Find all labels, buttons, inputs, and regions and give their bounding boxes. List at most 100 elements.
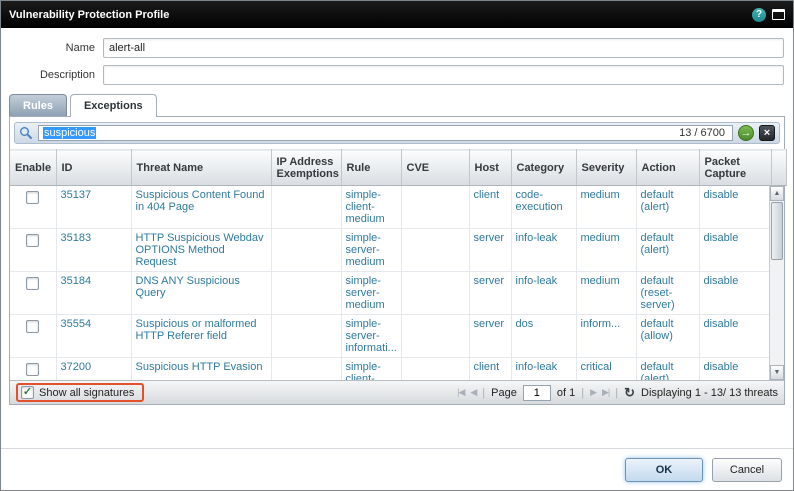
id-cell: 35554 [56, 315, 131, 358]
column-header-packet-capture[interactable]: Packet Capture [699, 150, 771, 186]
enable-checkbox[interactable] [26, 363, 39, 376]
description-input[interactable] [103, 65, 784, 85]
column-header-threat-name[interactable]: Threat Name [131, 150, 271, 186]
dialog-title: Vulnerability Protection Profile [9, 9, 169, 21]
page-count-label: of 1 [557, 387, 575, 399]
packet-capture-cell[interactable]: disable [699, 272, 771, 315]
ip-exemptions-cell [271, 358, 341, 381]
column-header-category[interactable]: Category [511, 150, 576, 186]
search-bar: suspicious 13 / 6700 → × [14, 122, 780, 144]
scrollbar-thumb[interactable] [771, 202, 783, 260]
severity-cell: medium [576, 272, 636, 315]
name-input[interactable] [103, 38, 784, 58]
rule-cell: simple-server-medium [341, 229, 401, 272]
column-header-host[interactable]: Host [469, 150, 511, 186]
enable-checkbox[interactable] [26, 277, 39, 290]
vertical-scrollbar[interactable]: ▲ ▼ [769, 186, 784, 380]
search-result-count: 13 / 6700 [679, 127, 728, 139]
action-cell[interactable]: default (alert) [636, 229, 699, 272]
refresh-icon[interactable]: ↻ [624, 386, 635, 399]
action-cell[interactable]: default (allow) [636, 315, 699, 358]
window-restore-icon[interactable] [772, 9, 785, 20]
severity-cell: medium [576, 229, 636, 272]
table-row: 35184 DNS ANY Suspicious Query simple-se… [10, 272, 771, 315]
column-header-cve[interactable]: CVE [401, 150, 469, 186]
column-header-enable[interactable]: Enable [10, 150, 56, 186]
enable-checkbox[interactable] [26, 191, 39, 204]
host-cell: client [469, 358, 511, 381]
search-input[interactable]: suspicious 13 / 6700 [38, 125, 733, 141]
name-label: Name [1, 42, 103, 54]
host-cell: server [469, 315, 511, 358]
scroll-down-button[interactable]: ▼ [770, 365, 784, 380]
threat-name-link[interactable]: HTTP Suspicious Webdav OPTIONS Method Re… [131, 229, 271, 272]
exceptions-panel: suspicious 13 / 6700 → × Enable ID Threa… [9, 116, 785, 405]
ip-exemptions-cell [271, 272, 341, 315]
table-body-viewport: 35137 Suspicious Content Found in 404 Pa… [10, 186, 784, 380]
ok-button[interactable]: OK [625, 458, 703, 482]
packet-capture-cell[interactable]: disable [699, 358, 771, 381]
cve-cell [401, 358, 469, 381]
id-cell: 37200 [56, 358, 131, 381]
show-all-signatures-checkbox[interactable]: ✓ [21, 386, 34, 399]
page-label: Page [491, 387, 517, 399]
prev-page-button[interactable]: ◀ [470, 387, 476, 398]
cancel-button[interactable]: Cancel [712, 458, 782, 482]
host-cell: server [469, 229, 511, 272]
tab-strip: Rules Exceptions [9, 94, 793, 116]
column-header-filler [771, 150, 786, 186]
column-header-id[interactable]: ID [56, 150, 131, 186]
host-cell: client [469, 186, 511, 229]
category-cell: info-leak [511, 272, 576, 315]
search-go-button[interactable]: → [738, 125, 754, 141]
threat-name-link[interactable]: Suspicious HTTP Evasion [131, 358, 271, 381]
ip-exemptions-cell [271, 315, 341, 358]
category-cell: info-leak [511, 229, 576, 272]
enable-checkbox[interactable] [26, 234, 39, 247]
category-cell: info-leak [511, 358, 576, 381]
action-cell[interactable]: default (alert) [636, 186, 699, 229]
column-header-rule[interactable]: Rule [341, 150, 401, 186]
threat-name-link[interactable]: DNS ANY Suspicious Query [131, 272, 271, 315]
first-page-button[interactable]: |◀ [457, 387, 464, 398]
tab-exceptions[interactable]: Exceptions [70, 94, 157, 117]
last-page-button[interactable]: ▶| [602, 387, 609, 398]
search-clear-button[interactable]: × [759, 125, 775, 141]
next-page-button[interactable]: ▶ [590, 387, 596, 398]
threat-name-link[interactable]: Suspicious or malformed HTTP Referer fie… [131, 315, 271, 358]
cve-cell [401, 315, 469, 358]
column-header-action[interactable]: Action [636, 150, 699, 186]
description-label: Description [1, 69, 103, 81]
dialog-button-bar: OK Cancel [1, 448, 793, 490]
table-footer-bar: ✓ Show all signatures |◀ ◀ | Page of 1 |… [10, 380, 784, 404]
ip-exemptions-cell [271, 186, 341, 229]
rule-cell: simple-server-informati... [341, 315, 401, 358]
column-header-severity[interactable]: Severity [576, 150, 636, 186]
profile-form: Name Description [1, 28, 793, 85]
severity-cell: critical [576, 358, 636, 381]
help-icon[interactable]: ? [752, 8, 766, 22]
titlebar: Vulnerability Protection Profile ? [1, 1, 793, 28]
action-cell[interactable]: default (alert) [636, 358, 699, 381]
column-header-ip-address-exemptions[interactable]: IP Address Exemptions [271, 150, 341, 186]
search-icon [19, 126, 33, 140]
ip-exemptions-cell [271, 229, 341, 272]
severity-cell: inform... [576, 315, 636, 358]
table-row: 35183 HTTP Suspicious Webdav OPTIONS Met… [10, 229, 771, 272]
host-cell: server [469, 272, 511, 315]
enable-checkbox[interactable] [26, 320, 39, 333]
rule-cell: simple-client-medium [341, 186, 401, 229]
category-cell: code-execution [511, 186, 576, 229]
action-cell[interactable]: default (reset-server) [636, 272, 699, 315]
table-row: 35137 Suspicious Content Found in 404 Pa… [10, 186, 771, 229]
scroll-up-button[interactable]: ▲ [770, 186, 784, 201]
packet-capture-cell[interactable]: disable [699, 315, 771, 358]
tab-rules[interactable]: Rules [9, 94, 67, 116]
severity-cell: medium [576, 186, 636, 229]
category-cell: dos [511, 315, 576, 358]
threat-name-link[interactable]: Suspicious Content Found in 404 Page [131, 186, 271, 229]
packet-capture-cell[interactable]: disable [699, 186, 771, 229]
packet-capture-cell[interactable]: disable [699, 229, 771, 272]
threats-table-header: Enable ID Threat Name IP Address Exempti… [10, 149, 787, 186]
page-input[interactable] [523, 385, 551, 401]
